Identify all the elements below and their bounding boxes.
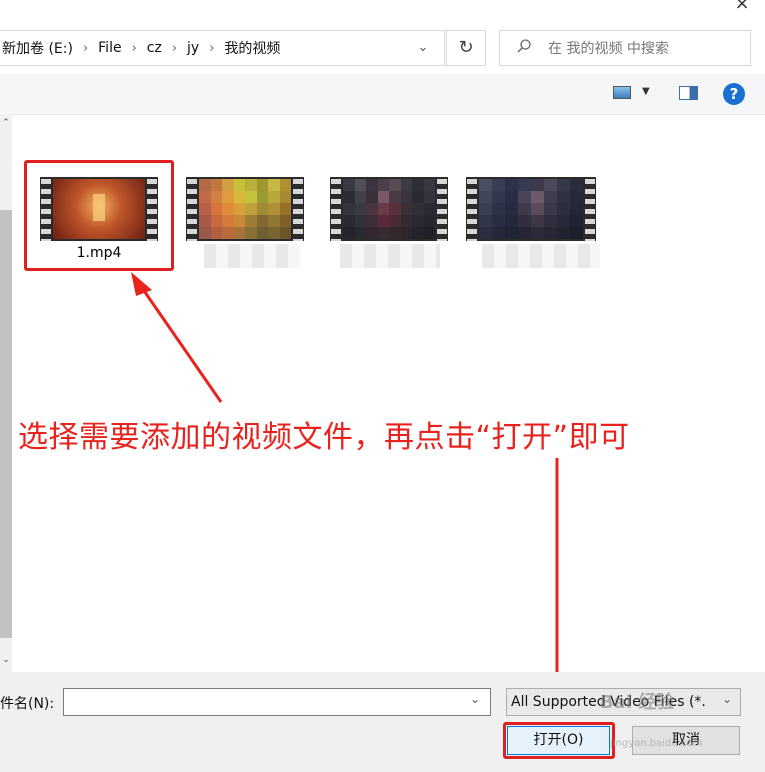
chevron-down-icon[interactable]: ⌄ [470,692,480,706]
arrow-head-icon [131,272,152,296]
chevron-down-icon[interactable]: ⌄ [722,692,732,706]
watermark-logo: Bai 经验 [600,692,675,713]
annotation-text: 选择需要添加的视频文件，再点击“打开”即可 [18,420,630,455]
watermark-url: jingyan.baidu.com [610,738,703,749]
bottom-panel [0,672,765,772]
annotation-arrows [131,272,565,738]
open-button-highlight [503,722,615,759]
filename-input[interactable] [63,688,491,716]
filename-label: 件名(N): [0,696,55,712]
